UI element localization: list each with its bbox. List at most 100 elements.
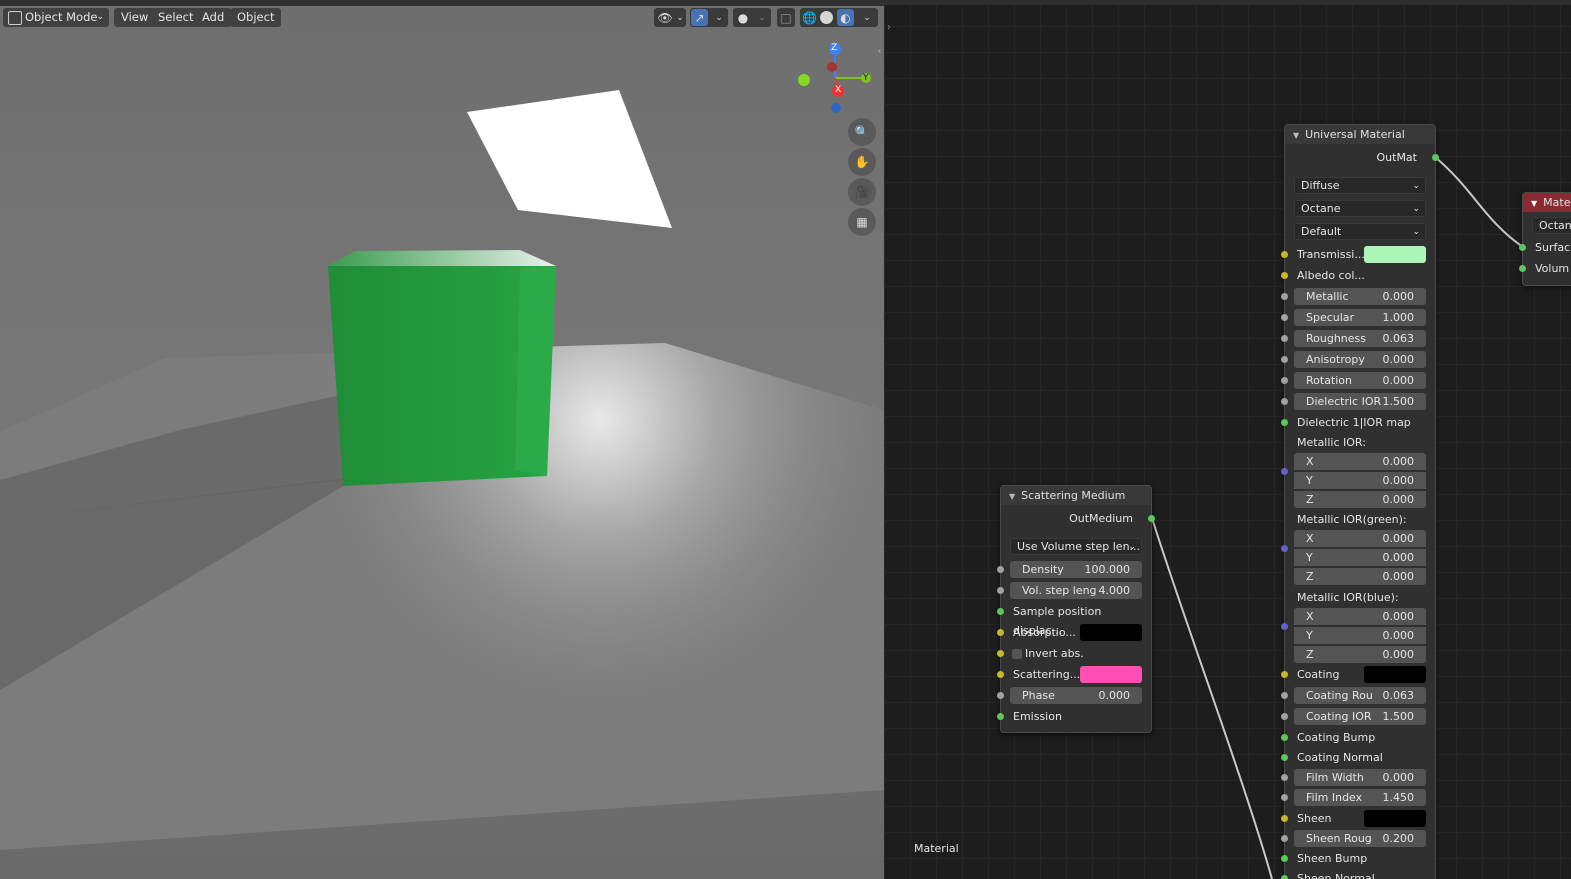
density-field[interactable]: Density 100.000 <box>1010 561 1142 578</box>
visibility-dropdown[interactable]: 👁 ⌄ <box>654 8 686 27</box>
rendered-shading-icon[interactable]: ◐ <box>837 9 854 26</box>
metallic-socket[interactable] <box>1281 293 1288 300</box>
scattering-medium-node[interactable]: ▼ Scattering Medium OutMedium Use Volume … <box>997 485 1155 733</box>
transmission-color-swatch[interactable] <box>1364 246 1426 263</box>
metallic-ior-z-field[interactable]: Z 0.000 <box>1294 491 1426 508</box>
default-dropdown[interactable]: Default ⌄ <box>1294 223 1426 240</box>
octane-dropdown[interactable]: Octane ⌄ <box>1294 200 1426 217</box>
metallic-ior-blue-y-field[interactable]: Y 0.000 <box>1294 627 1426 644</box>
emission-socket[interactable] <box>997 713 1004 720</box>
specular-field[interactable]: Specular 1.000 <box>1294 309 1426 326</box>
3d-viewport[interactable]: Object Mode ⌄ View Select Add Object 👁 ⌄… <box>0 0 884 879</box>
phase-socket[interactable] <box>997 692 1004 699</box>
scattering-socket[interactable] <box>997 671 1004 678</box>
vol-step-field[interactable]: Vol. step leng 4.000 <box>1010 582 1142 599</box>
sheen-roughness-socket[interactable] <box>1281 835 1288 842</box>
menu-view[interactable]: View <box>114 8 156 27</box>
film-width-socket[interactable] <box>1281 774 1288 781</box>
density-socket[interactable] <box>997 566 1004 573</box>
film-index-field[interactable]: Film Index 1.450 <box>1294 789 1426 806</box>
rotation-field[interactable]: Rotation 0.000 <box>1294 372 1426 389</box>
coating-roughness-field[interactable]: Coating Rou 0.063 <box>1294 687 1426 704</box>
metallic-ior-y-field[interactable]: Y 0.000 <box>1294 472 1426 489</box>
pan-button[interactable]: ✋ <box>848 148 876 176</box>
material-output-node[interactable]: ▼ Mate Octan Surfac Volum <box>1519 192 1571 286</box>
rotation-socket[interactable] <box>1281 377 1288 384</box>
volume-socket[interactable] <box>1519 265 1526 272</box>
metallic-ior-green-z-field[interactable]: Z 0.000 <box>1294 568 1426 585</box>
film-width-field[interactable]: Film Width 0.000 <box>1294 769 1426 786</box>
metallic-ior-green-y-field[interactable]: Y 0.000 <box>1294 549 1426 566</box>
viewport-scene[interactable] <box>0 0 884 879</box>
transmission-socket[interactable] <box>1281 251 1288 258</box>
material-output-dropdown[interactable]: Octan <box>1532 217 1571 234</box>
collapse-triangle-icon[interactable]: ▼ <box>1293 131 1299 140</box>
roughness-field[interactable]: Roughness 0.063 <box>1294 330 1426 347</box>
collapse-triangle-icon[interactable]: ▼ <box>1009 492 1015 501</box>
xray-toggle[interactable]: □ <box>777 8 795 27</box>
menu-object[interactable]: Object <box>230 8 282 27</box>
metallic-ior-blue-x-field[interactable]: X 0.000 <box>1294 608 1426 625</box>
shading-modes[interactable]: 🌐 ◐ ⌄ <box>800 8 878 27</box>
invert-abs-checkbox[interactable] <box>1012 649 1022 659</box>
specular-socket[interactable] <box>1281 314 1288 321</box>
absorption-socket[interactable] <box>997 629 1004 636</box>
material-output-header[interactable]: ▼ Mate <box>1523 193 1571 212</box>
metallic-field[interactable]: Metallic 0.000 <box>1294 288 1426 305</box>
film-index-socket[interactable] <box>1281 794 1288 801</box>
gizmo-toggle[interactable]: ↗ ⌄ <box>690 8 728 27</box>
sheen-normal-socket[interactable] <box>1281 875 1288 879</box>
object-mode-dropdown[interactable]: Object Mode ⌄ <box>3 8 109 27</box>
universal-material-node[interactable]: ▼ Universal Material OutMat Diffuse ⌄ Octa… <box>1281 124 1439 879</box>
universal-material-header[interactable]: ▼ Universal Material <box>1285 125 1435 144</box>
metallic-ior-socket[interactable] <box>1281 468 1288 475</box>
outmat-socket[interactable] <box>1432 154 1439 161</box>
metallic-ior-green-x-field[interactable]: X 0.000 <box>1294 530 1426 547</box>
vol-step-socket[interactable] <box>997 587 1004 594</box>
coating-color-swatch[interactable] <box>1364 666 1426 683</box>
coating-ior-field[interactable]: Coating IOR 1.500 <box>1294 708 1426 725</box>
coating-roughness-socket[interactable] <box>1281 692 1288 699</box>
scattering-medium-header[interactable]: ▼ Scattering Medium <box>1001 486 1151 505</box>
phase-field[interactable]: Phase 0.000 <box>1010 687 1142 704</box>
coating-normal-socket[interactable] <box>1281 754 1288 761</box>
wireframe-shading-icon[interactable]: 🌐 <box>802 10 817 25</box>
ior-map-socket[interactable] <box>1281 419 1288 426</box>
node-editor[interactable]: › ▼ Universal Material OutMat Diffuse ⌄ Oc… <box>884 0 1571 879</box>
roughness-socket[interactable] <box>1281 335 1288 342</box>
metallic-ior-blue-socket[interactable] <box>1281 623 1288 630</box>
albedo-color-swatch[interactable] <box>1364 267 1426 284</box>
perspective-toggle-button[interactable]: ▦ <box>848 208 876 236</box>
menu-select[interactable]: Select <box>151 8 201 27</box>
collapse-triangle-icon[interactable]: ▼ <box>1531 199 1537 208</box>
menu-add[interactable]: Add <box>195 8 232 27</box>
overlays-toggle[interactable]: ● ⌄ <box>733 8 771 27</box>
scattering-color-swatch[interactable] <box>1080 666 1142 683</box>
coating-socket[interactable] <box>1281 671 1288 678</box>
sheen-bump-socket[interactable] <box>1281 855 1288 862</box>
coating-bump-socket[interactable] <box>1281 734 1288 741</box>
metallic-ior-blue-z-field[interactable]: Z 0.000 <box>1294 646 1426 663</box>
anisotropy-field[interactable]: Anisotropy 0.000 <box>1294 351 1426 368</box>
dielectric-ior-socket[interactable] <box>1281 398 1288 405</box>
sheen-roughness-field[interactable]: Sheen Roug 0.200 <box>1294 830 1426 847</box>
diffuse-dropdown[interactable]: Diffuse ⌄ <box>1294 177 1426 194</box>
sidebar-toggle-icon[interactable]: ‹ <box>875 44 884 58</box>
camera-view-button[interactable]: 🎥 <box>848 178 876 206</box>
dielectric-ior-field[interactable]: Dielectric IOR 1.500 <box>1294 393 1426 410</box>
metallic-ior-x-field[interactable]: X 0.000 <box>1294 453 1426 470</box>
zoom-button[interactable]: 🔍 <box>848 118 876 146</box>
coating-ior-socket[interactable] <box>1281 713 1288 720</box>
surface-socket[interactable] <box>1519 244 1526 251</box>
outmedium-socket[interactable] <box>1148 515 1155 522</box>
volume-step-dropdown[interactable]: Use Volume step len... ⌄ <box>1010 538 1142 555</box>
solid-shading-icon[interactable] <box>820 11 833 24</box>
sheen-socket[interactable] <box>1281 815 1288 822</box>
absorption-color-swatch[interactable] <box>1080 624 1142 641</box>
sheen-color-swatch[interactable] <box>1364 810 1426 827</box>
albedo-socket[interactable] <box>1281 272 1288 279</box>
anisotropy-socket[interactable] <box>1281 356 1288 363</box>
metallic-ior-green-socket[interactable] <box>1281 545 1288 552</box>
invert-abs-socket[interactable] <box>997 650 1004 657</box>
sample-position-socket[interactable] <box>997 608 1004 615</box>
